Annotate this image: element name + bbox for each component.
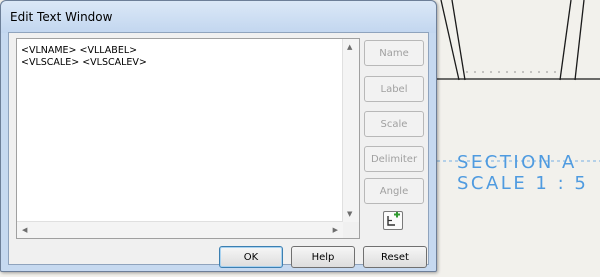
add-text-icon bbox=[387, 211, 400, 226]
section-view-label[interactable]: SECTION A SCALE 1 : 5 bbox=[457, 152, 588, 194]
text-edit-area[interactable]: <VLNAME> <VLLABEL> <VLSCALE> <VLSCALEV> … bbox=[16, 38, 360, 239]
part-edge-right-inner bbox=[559, 0, 572, 81]
part-edge-left-inner bbox=[451, 0, 466, 81]
insert-name-button[interactable]: Name bbox=[364, 40, 424, 66]
section-view-geometry bbox=[437, 0, 600, 81]
dialog-title: Edit Text Window bbox=[10, 10, 113, 24]
text-line-2: <VLSCALE> <VLSCALEV> bbox=[21, 57, 147, 68]
section-title: SECTION A bbox=[457, 152, 577, 173]
scroll-down-arrow-icon[interactable]: ▼ bbox=[347, 210, 352, 218]
dialog-client-area: <VLNAME> <VLLABEL> <VLSCALE> <VLSCALEV> … bbox=[8, 32, 429, 268]
text-content[interactable]: <VLNAME> <VLLABEL> <VLSCALE> <VLSCALEV> bbox=[21, 45, 147, 69]
ok-button[interactable]: OK bbox=[219, 246, 283, 268]
horizontal-scrollbar[interactable]: ◀ ▶ bbox=[17, 221, 343, 238]
add-text-button[interactable] bbox=[383, 211, 403, 230]
part-edge-left-outer bbox=[440, 0, 460, 81]
vertical-scrollbar[interactable]: ▲ ▼ bbox=[342, 39, 359, 222]
reset-button[interactable]: Reset bbox=[363, 246, 427, 268]
help-button[interactable]: Help bbox=[291, 246, 355, 268]
scroll-up-arrow-icon[interactable]: ▲ bbox=[347, 43, 352, 51]
insert-delimiter-button[interactable]: Delimiter bbox=[364, 146, 424, 172]
section-scale: SCALE 1 : 5 bbox=[457, 173, 589, 194]
insert-label-button[interactable]: Label bbox=[364, 76, 424, 102]
edit-text-dialog: Edit Text Window <VLNAME> <VLLABEL> <VLS… bbox=[0, 0, 437, 272]
text-line-1: <VLNAME> <VLLABEL> bbox=[21, 45, 138, 56]
scrollbar-corner bbox=[343, 222, 359, 238]
scroll-left-arrow-icon[interactable]: ◀ bbox=[22, 226, 27, 234]
part-edge-right-outer bbox=[574, 0, 585, 81]
insert-scale-button[interactable]: Scale bbox=[364, 111, 424, 137]
insert-angle-button[interactable]: Angle bbox=[364, 178, 424, 204]
scroll-right-arrow-icon[interactable]: ▶ bbox=[333, 226, 338, 234]
dialog-titlebar[interactable]: Edit Text Window bbox=[1, 1, 436, 33]
